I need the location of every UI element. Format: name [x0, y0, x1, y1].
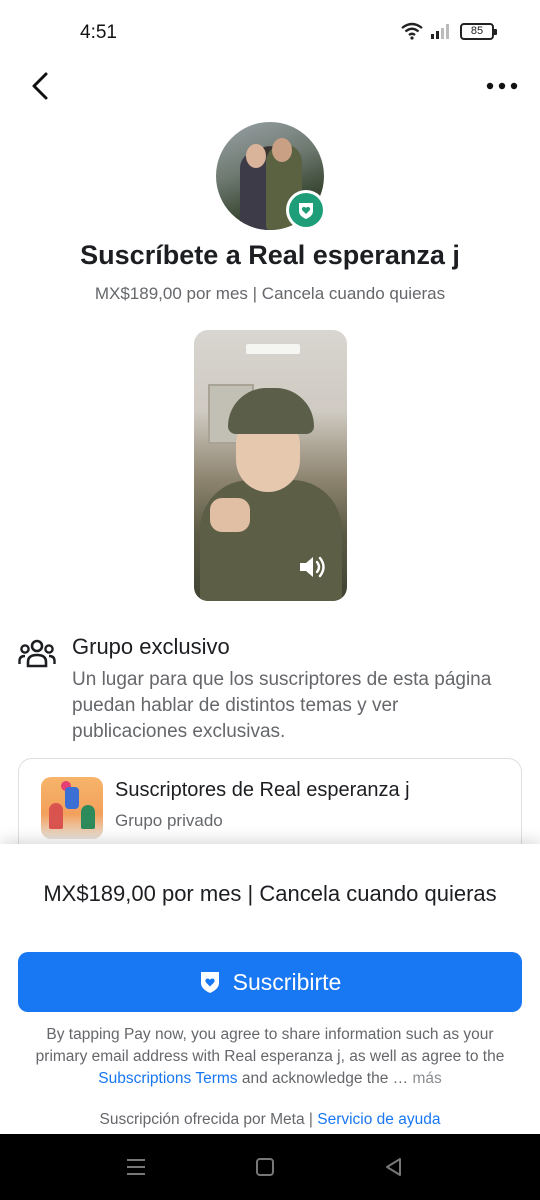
video-preview[interactable]: [194, 330, 347, 601]
wifi-icon: [401, 22, 423, 40]
speaker-icon: [300, 556, 325, 578]
group-thumbnail: [41, 777, 103, 839]
subscriptions-terms-link[interactable]: Subscriptions Terms: [98, 1070, 237, 1087]
signal-icon: [431, 24, 449, 39]
status-icons: 85: [400, 22, 497, 40]
subscribe-button[interactable]: Suscribirte: [18, 952, 522, 1012]
more-options-button[interactable]: [484, 74, 520, 98]
heart-shield-icon: [299, 203, 313, 219]
status-time: 4:51: [80, 22, 117, 43]
back-triangle-icon[interactable]: [382, 1156, 406, 1178]
sound-button[interactable]: [298, 554, 328, 580]
group-name: Suscriptores de Real esperanza j: [115, 779, 410, 801]
page-title: Suscríbete a Real esperanza j: [80, 240, 460, 270]
group-privacy: Grupo privado: [115, 811, 223, 830]
bottom-sheet: MX$189,00 por mes | Cancela cuando quier…: [0, 844, 540, 1134]
price-line: MX$189,00 por mes | Cancela cuando quier…: [43, 881, 497, 906]
help-center-link[interactable]: Servicio de ayuda: [317, 1111, 440, 1128]
menu-icon[interactable]: [124, 1156, 148, 1178]
price-subtitle: MX$189,00 por mes | Cancela cuando quier…: [94, 284, 446, 303]
back-button[interactable]: [24, 66, 60, 106]
system-nav-bar: [0, 1134, 540, 1200]
status-bar: 4:51 85: [0, 0, 540, 64]
legal-text: By tapping Pay now, you agree to share i…: [35, 1026, 505, 1087]
subscribe-label: Suscribirte: [232, 968, 342, 995]
group-description: Un lugar para que los suscriptores de es…: [72, 669, 492, 742]
group-icon: [18, 639, 56, 668]
see-more-link[interactable]: más: [412, 1070, 441, 1087]
home-icon[interactable]: [253, 1156, 277, 1178]
chevron-left-icon: [32, 72, 48, 100]
subscriber-badge: [286, 190, 326, 230]
heart-shield-icon: [200, 972, 219, 993]
footer-text: Suscripción ofrecida por Meta | Servicio…: [99, 1111, 441, 1128]
group-section-title: Grupo exclusivo: [72, 634, 230, 659]
more-dots-icon: [486, 82, 518, 90]
battery-icon: 85: [460, 22, 497, 40]
